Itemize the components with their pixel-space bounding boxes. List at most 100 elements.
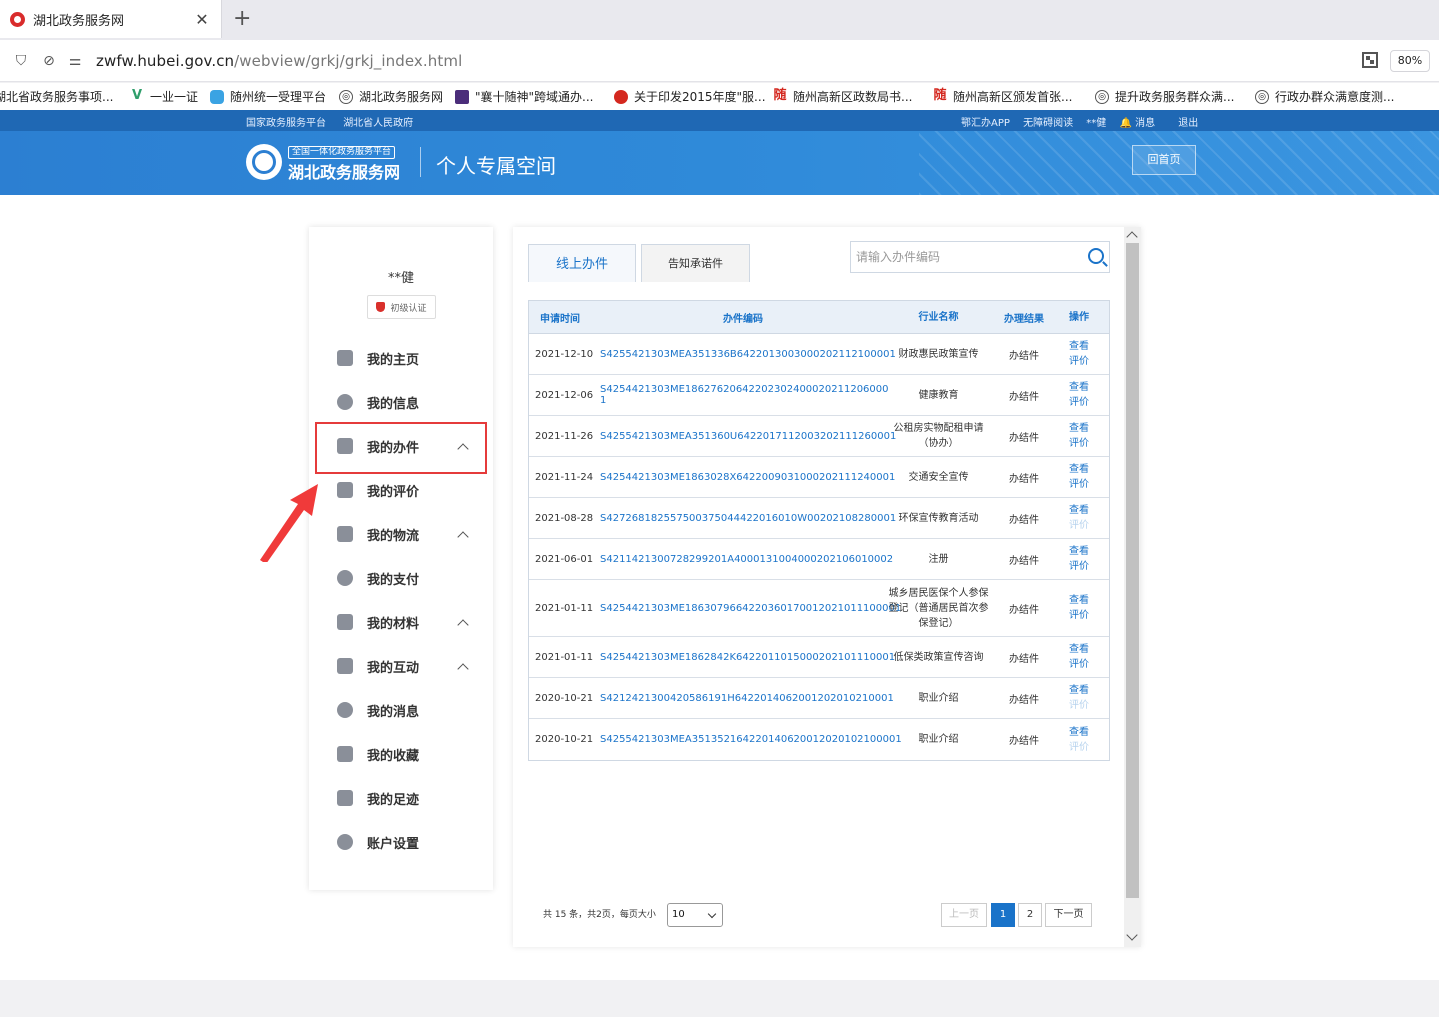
scrollbar[interactable] [1124,227,1141,947]
permissions-icon[interactable]: ⚌ [66,52,84,70]
top-link-accessibility[interactable]: 无障碍阅读 [1023,118,1073,129]
top-link-logout[interactable]: 退出 [1178,118,1198,129]
col-header-date: 申请时间 [540,313,580,325]
sidebar-item-logistics[interactable]: 我的物流 [309,512,493,556]
top-link-app[interactable]: 鄂汇办APP [961,118,1010,129]
scroll-up-icon[interactable] [1126,231,1138,243]
application-code-link[interactable]: S4254421303ME186307966422036017001202101… [599,603,901,614]
view-link[interactable]: 查看 [1056,380,1102,395]
bookmark-item[interactable]: 随随州高新区颁发首张... [933,88,1072,105]
sidebar-item-interaction[interactable]: 我的互动 [309,644,493,688]
bookmark-item[interactable]: ◎ 湖北政务服务网 [339,88,443,105]
top-link-province[interactable]: 湖北省人民政府 [343,118,413,129]
rate-link[interactable]: 评价 [1056,518,1102,533]
view-link[interactable]: 查看 [1056,544,1102,559]
view-link[interactable]: 查看 [1056,725,1102,740]
bookmark-item[interactable]: ◎ 行政办群众满意度测... [1255,88,1394,105]
bookmark-item[interactable]: ◎ 提升政务服务群众满... [1095,88,1234,105]
shield-icon[interactable]: ⛉ [12,52,30,70]
sui-icon: 随 [773,87,787,103]
prev-page-button[interactable]: 上一页 [941,903,987,927]
application-code-link[interactable]: S427268182557500375044422016010W00202108… [599,513,896,524]
applications-table: 申请时间 办件编码 行业名称 办理结果 操作 2021-12-10 S42554… [528,300,1110,761]
zoom-indicator[interactable]: 80% [1390,50,1430,72]
application-code-link[interactable]: S4255421303MEA351336B6422013003000202112… [599,349,896,360]
tab-notification-commitment[interactable]: 告知承诺件 [641,244,750,282]
next-page-button[interactable]: 下一页 [1045,903,1092,927]
view-link[interactable]: 查看 [1056,593,1102,608]
search-icon[interactable] [1088,248,1104,264]
scroll-down-icon[interactable] [1126,929,1138,941]
bookmark-item[interactable]: 随随州高新区政数局书... [773,88,912,105]
logo-title[interactable]: 湖北政务服务网 [288,159,400,183]
logo-seal-icon[interactable] [246,144,282,180]
application-code-link[interactable]: S4211421300728299201A4000131004000202106… [599,554,893,565]
url-field[interactable]: zwfw.hubei.gov.cn/webview/grkj/grkj_inde… [96,52,462,70]
box-icon [337,526,353,542]
new-tab-icon[interactable]: + [233,8,251,30]
rate-link[interactable]: 评价 [1056,436,1102,451]
sidebar-item-reviews[interactable]: 我的评价 [309,468,493,512]
table-row: 2020-10-21 S4212421300420586191H64220140… [529,678,1109,719]
browser-tab[interactable]: 湖北政务服务网 ✕ [0,0,222,38]
search-box [850,241,1110,273]
rate-link[interactable]: 评价 [1056,657,1102,672]
table-header: 申请时间 办件编码 行业名称 办理结果 操作 [529,301,1109,334]
application-code-link[interactable]: S4255421303MEA35135216422014062001202010… [599,734,902,745]
scroll-thumb[interactable] [1126,243,1139,898]
page-1-button[interactable]: 1 [991,903,1015,927]
view-link[interactable]: 查看 [1056,642,1102,657]
bell-icon [337,702,353,718]
page-size-select[interactable]: 10 [667,903,723,927]
tab-online-applications[interactable]: 线上办件 [528,244,636,282]
gear-icon [337,834,353,850]
chevron-up-icon[interactable] [457,619,469,631]
bookmark-item[interactable]: V 一业一证 [130,88,198,105]
bookmark-item[interactable]: 湖北省政务服务事项... [0,88,113,105]
qr-code-icon[interactable] [1362,52,1378,68]
close-icon[interactable]: ✕ [193,10,211,29]
lock-icon[interactable]: ⊘ [40,52,58,70]
application-code-link[interactable]: S4212421300420586191H6422014062001202010… [599,693,894,704]
rate-link[interactable]: 评价 [1056,740,1102,755]
chevron-up-icon[interactable] [457,531,469,543]
bookmark-item[interactable]: "襄十随神"跨域通办... [455,88,593,105]
sidebar-item-payment[interactable]: 我的支付 [309,556,493,600]
star-icon [337,746,353,762]
home-button[interactable]: 回首页 [1132,145,1196,175]
application-code-link[interactable]: S4254421303ME1863028X6422009031000202111… [599,472,895,483]
sidebar-item-messages[interactable]: 我的消息 [309,688,493,732]
sidebar-item-home[interactable]: 我的主页 [309,336,493,380]
sidebar-item-materials[interactable]: 我的材料 [309,600,493,644]
view-link[interactable]: 查看 [1056,503,1102,518]
bookmark-item[interactable]: 随州统一受理平台 [210,88,326,105]
bookmark-item[interactable]: 关于印发2015年度"服... [614,88,766,105]
application-code-link[interactable]: S4254421303ME1862842K6422011015000202101… [599,652,895,663]
top-link-national[interactable]: 国家政务服务平台 [246,118,326,129]
search-input[interactable] [851,242,1079,272]
rate-link[interactable]: 评价 [1056,395,1102,410]
rate-link[interactable]: 评价 [1056,698,1102,713]
sidebar-item-settings[interactable]: 账户设置 [309,820,493,864]
table-row: 2021-01-11 S4254421303ME1862842K64220110… [529,637,1109,678]
application-code-link[interactable]: S4254421303ME186276206422023024000202112… [599,384,889,406]
sidebar-item-favorites[interactable]: 我的收藏 [309,732,493,776]
view-link[interactable]: 查看 [1056,339,1102,354]
table-row: 2020-10-21 S4255421303MEA351352164220140… [529,719,1109,760]
page-2-button[interactable]: 2 [1018,903,1042,927]
sidebar-item-info[interactable]: 我的信息 [309,380,493,424]
rate-link[interactable]: 评价 [1056,477,1102,492]
view-link[interactable]: 查看 [1056,421,1102,436]
application-code-link[interactable]: S4255421303MEA351360U6422017112003202111… [599,431,896,442]
top-link-messages[interactable]: 🔔 消息 [1119,118,1165,129]
view-link[interactable]: 查看 [1056,683,1102,698]
top-link-user[interactable]: **健 [1086,118,1106,129]
site-topline: 国家政务服务平台 湖北省人民政府 鄂汇办APP 无障碍阅读 **健 🔔 消息 退… [0,110,1439,131]
rate-link[interactable]: 评价 [1056,354,1102,369]
view-link[interactable]: 查看 [1056,462,1102,477]
col-header-code: 办件编码 [723,313,763,325]
rate-link[interactable]: 评价 [1056,608,1102,623]
sidebar-item-footprints[interactable]: 我的足迹 [309,776,493,820]
rate-link[interactable]: 评价 [1056,559,1102,574]
chevron-up-icon[interactable] [457,663,469,675]
